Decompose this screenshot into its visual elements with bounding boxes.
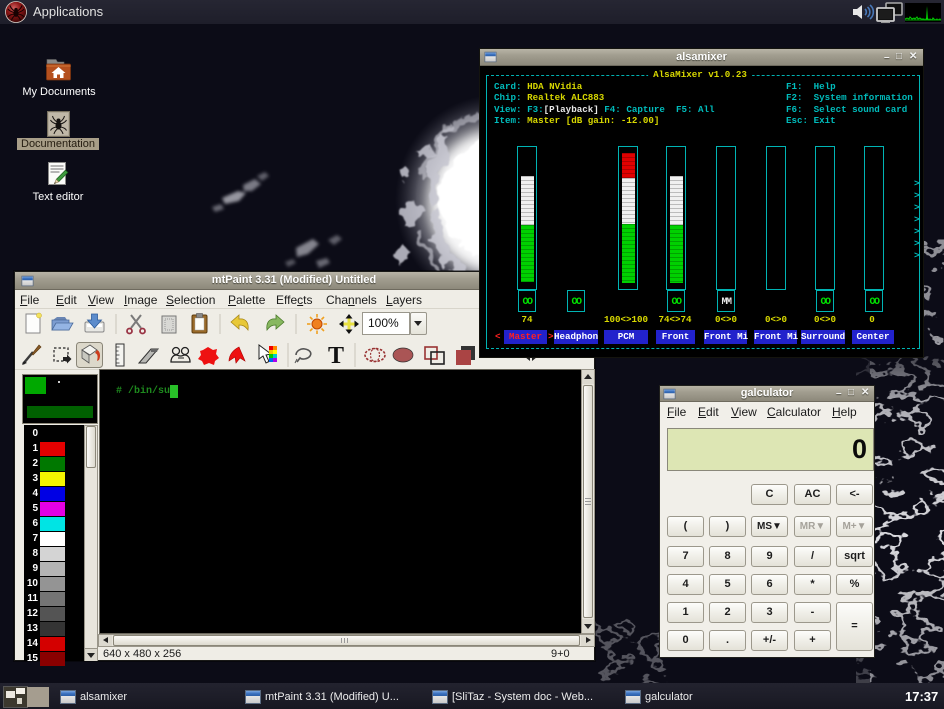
svg-text:T: T (328, 343, 344, 369)
